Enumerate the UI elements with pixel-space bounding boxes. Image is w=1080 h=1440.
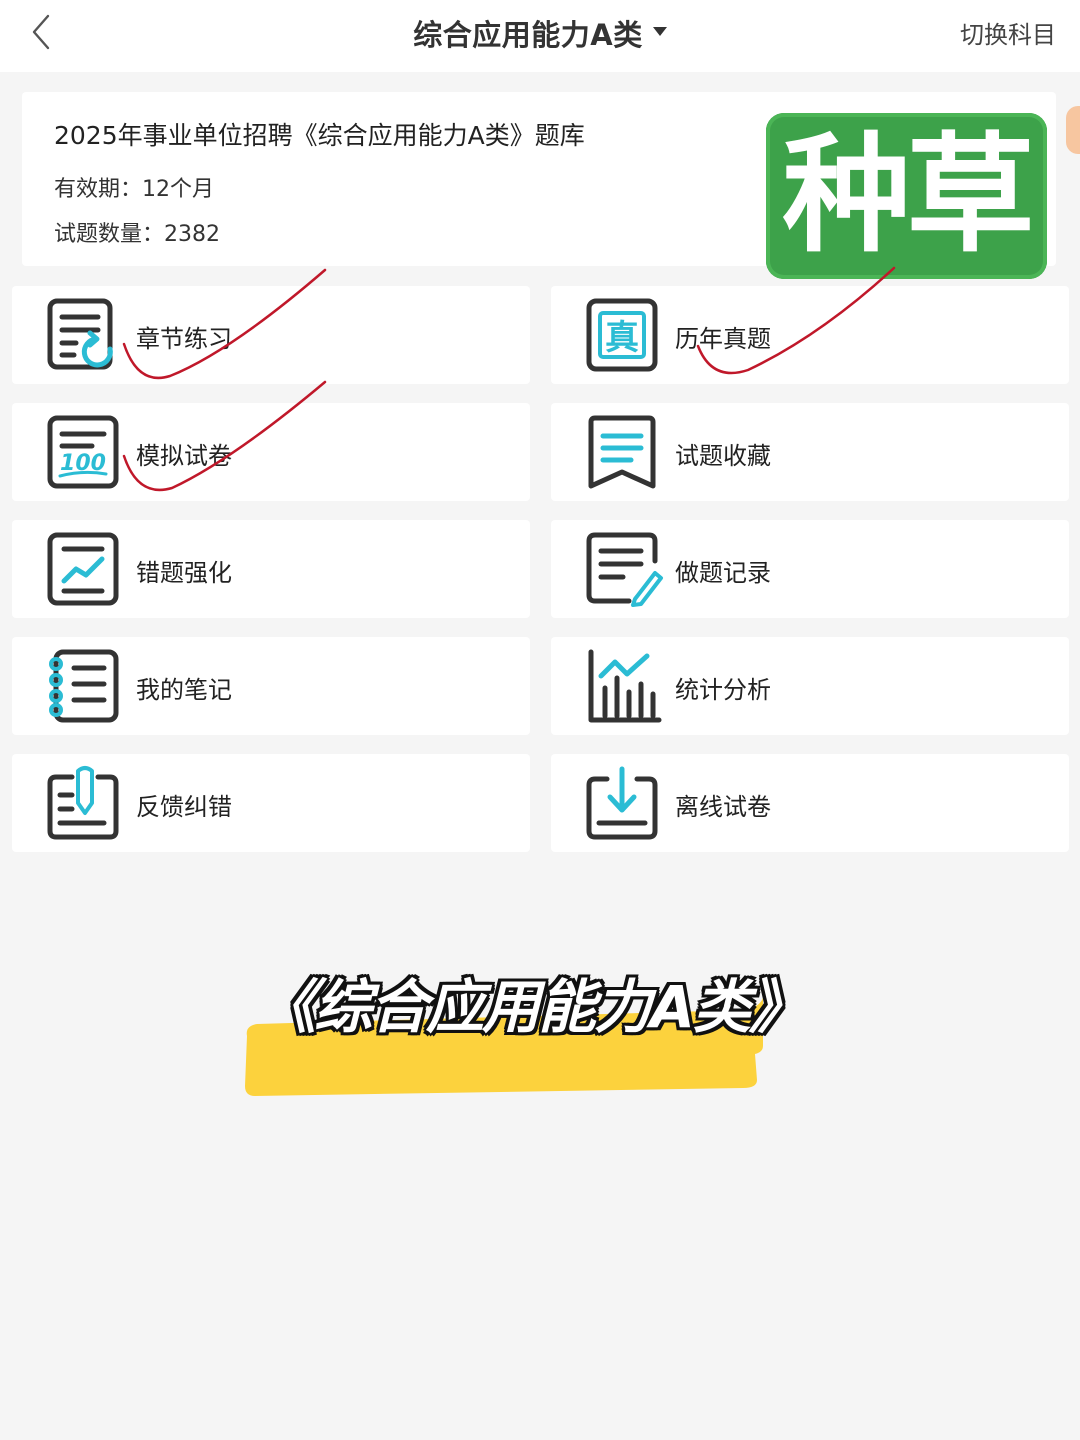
menu-item-past-exams[interactable]: 真 历年真题 — [551, 286, 1069, 384]
svg-text:真: 真 — [605, 318, 639, 358]
menu-item-mock-exam[interactable]: 100 模拟试卷 — [12, 403, 530, 501]
mock-exam-icon: 100 — [47, 415, 119, 489]
subject-selector[interactable]: 综合应用能力A类 — [0, 0, 1080, 66]
sticker-text: 种草 — [782, 121, 1034, 270]
page: 综合应用能力A类 切换科目 2025年事业单位招聘《综合应用能力A类》题库 有效… — [0, 0, 1080, 1440]
validity-text: 有效期：12个月 — [54, 177, 214, 202]
menu-item-label: 反馈纠错 — [136, 793, 232, 821]
notes-icon — [49, 649, 119, 723]
menu-item-label: 离线试卷 — [675, 793, 771, 821]
page-title: 综合应用能力A类 — [413, 18, 643, 52]
feedback-icon — [47, 766, 119, 840]
menu-item-offline-exams[interactable]: 离线试卷 — [551, 754, 1069, 852]
promo-sticker: 种草 — [766, 113, 1047, 279]
menu-item-label: 试题收藏 — [675, 442, 771, 470]
chapter-practice-icon — [47, 298, 113, 370]
question-count-text: 试题数量：2382 — [54, 222, 220, 247]
question-bank-title: 2025年事业单位招聘《综合应用能力A类》题库 — [54, 121, 585, 150]
past-exams-icon: 真 — [586, 298, 658, 372]
menu-item-statistics[interactable]: 统计分析 — [551, 637, 1069, 735]
menu-item-chapter-practice[interactable]: 章节练习 — [12, 286, 530, 384]
menu-item-wrong-questions[interactable]: 错题强化 — [12, 520, 530, 618]
switch-subject-button[interactable]: 切换科目 — [960, 15, 1056, 50]
menu-item-label: 错题强化 — [136, 559, 232, 587]
caption-subject-title: 《综合应用能力A类》 — [258, 973, 807, 1041]
menu-item-feedback[interactable]: 反馈纠错 — [12, 754, 530, 852]
top-bar: 综合应用能力A类 切换科目 — [0, 0, 1080, 72]
bookmark-icon — [588, 415, 656, 489]
menu-item-practice-record[interactable]: 做题记录 — [551, 520, 1069, 618]
statistics-icon — [588, 649, 662, 723]
menu-item-label: 统计分析 — [675, 676, 771, 704]
menu-item-label: 我的笔记 — [136, 676, 232, 704]
practice-record-icon — [586, 532, 663, 607]
menu-item-label: 模拟试卷 — [136, 442, 232, 470]
menu-item-label: 做题记录 — [675, 559, 771, 587]
menu-item-my-notes[interactable]: 我的笔记 — [12, 637, 530, 735]
menu-item-bookmarks[interactable]: 试题收藏 — [551, 403, 1069, 501]
menu-item-label: 历年真题 — [675, 325, 771, 353]
offline-download-icon — [586, 766, 658, 840]
wrong-questions-icon — [47, 532, 119, 606]
side-float-tab[interactable] — [1066, 106, 1080, 154]
menu-item-label: 章节练习 — [136, 325, 232, 353]
caret-down-icon — [652, 26, 667, 36]
